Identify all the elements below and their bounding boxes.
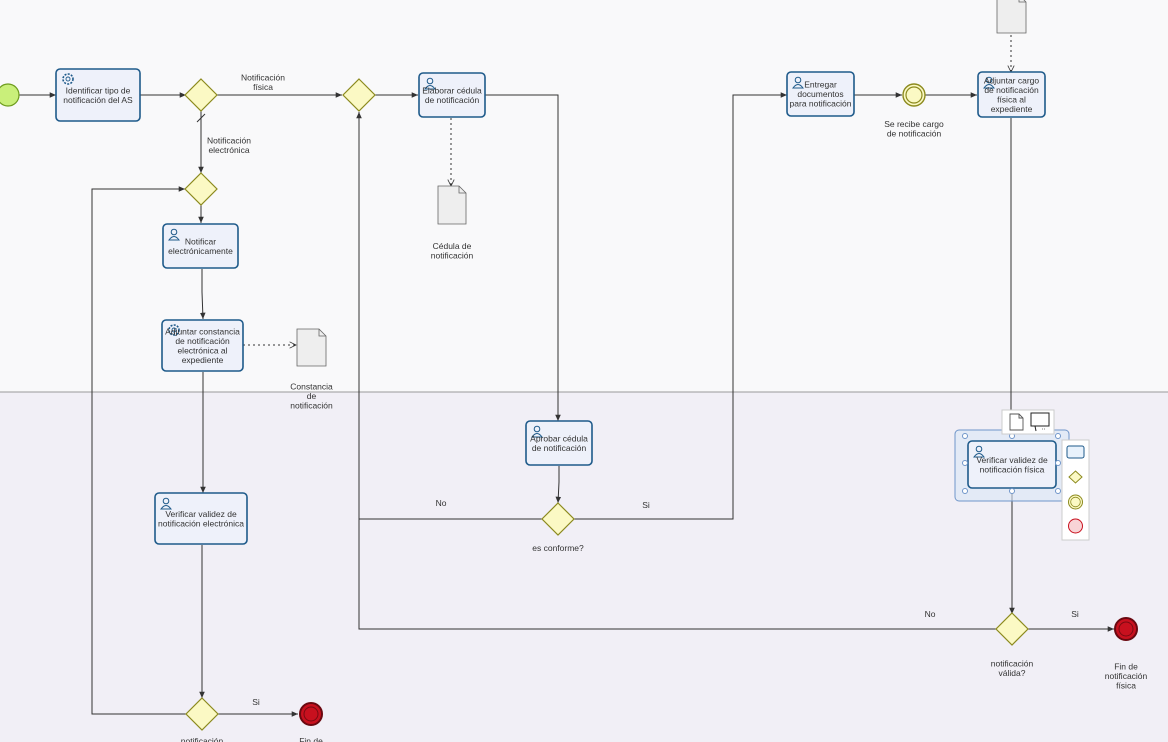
document-icon[interactable]	[296, 328, 327, 367]
task-label-line: Verificar validez de	[165, 509, 237, 519]
task-label-line: Identificar tipo de	[66, 85, 131, 95]
task-label-line: de notificación	[532, 443, 587, 453]
event-label: Se recibe cargo de notificación	[884, 119, 944, 139]
task-label-line: para notificación	[790, 99, 852, 109]
data-object-label-line: notificación	[431, 250, 474, 260]
task-t2[interactable]: Elaborar cédula de notificación	[418, 72, 486, 118]
task-label-line: electrónica al	[177, 345, 227, 355]
task-label-line: notificación del AS	[63, 95, 133, 105]
event-label: Fin de	[299, 736, 323, 742]
flow-label-fl2-line: electrónica	[208, 145, 249, 155]
task-label: Aprobar cédula de notificación	[530, 433, 588, 453]
flow-label-fl4: Si	[642, 500, 650, 510]
data-object-label-line: notificación	[290, 401, 333, 411]
task-shape-icon[interactable]	[1066, 445, 1085, 459]
task-label-line: Elaborar cédula	[422, 85, 482, 95]
task-label: Adjuntar cargo de notificación física al ex…	[984, 75, 1040, 114]
event-label-line: Se recibe cargo	[884, 119, 944, 129]
task-label-line: documentos	[797, 89, 843, 99]
resize-handle[interactable]	[1055, 460, 1061, 466]
task-label-line: expediente	[182, 355, 224, 365]
resize-handle[interactable]	[1055, 488, 1061, 494]
flow-label-fl5-line: No	[925, 609, 936, 619]
flow-label-fl3: No	[436, 498, 447, 508]
data-object-label-line: de	[307, 391, 317, 401]
document-icon[interactable]	[437, 185, 467, 225]
task-label-line: Aprobar cédula	[530, 433, 588, 443]
task-t6[interactable]: Adjuntar constancia de notificación electr…	[161, 319, 244, 372]
end-event-shape-icon[interactable]	[1068, 518, 1083, 534]
add-document-icon[interactable]	[1009, 413, 1024, 431]
task-label-line: física al	[997, 94, 1026, 104]
task-label-line: electrónicamente	[168, 246, 233, 256]
task-label-line: Adjuntar cargo	[984, 75, 1040, 85]
flow-label-fl4-line: Si	[642, 500, 650, 510]
resize-handle[interactable]	[962, 433, 968, 439]
context-toolbar	[1001, 409, 1055, 435]
document-icon[interactable]	[996, 0, 1027, 34]
task-t9[interactable]: Verificar validez de notificación física	[967, 440, 1057, 489]
task-t3[interactable]: Entregar documentos para notificación	[786, 71, 855, 117]
task-label-line: expediente	[991, 104, 1033, 114]
task-label-line: notificación electrónica	[158, 518, 244, 528]
task-t7[interactable]: Aprobar cédula de notificación	[525, 420, 593, 466]
resize-handle[interactable]	[1009, 488, 1015, 494]
task-label: Identificar tipo de notificación del AS	[63, 85, 133, 105]
task-label-line: de notificación	[425, 95, 480, 105]
gateway-label-line: notificación	[991, 658, 1034, 668]
task-t4[interactable]: Adjuntar cargo de notificación física al ex…	[977, 71, 1046, 118]
flow-label-fl3-line: No	[436, 498, 447, 508]
task-label-line: Notificar	[185, 236, 216, 246]
task-t1[interactable]: Identificar tipo de notificación del AS	[55, 68, 141, 122]
flow-label-fl2: Notificación electrónica	[207, 135, 251, 155]
task-label-line: Entregar	[804, 80, 837, 90]
flow-label-fl1-line: Notificación	[241, 72, 285, 82]
flow-label-fl5: No	[925, 609, 936, 619]
event-label-line: Fin de	[299, 736, 323, 742]
gateway-label-line: notificación	[181, 736, 224, 742]
flow-label-fl7: Si	[252, 697, 260, 707]
event-label-line: de notificación	[887, 128, 942, 138]
end-event-circle[interactable]	[299, 702, 323, 726]
shape-palette	[1061, 439, 1090, 541]
event-label-line: física	[1116, 681, 1136, 691]
gateway-label-line: es conforme?	[532, 543, 584, 553]
bpmn-canvas[interactable]: Identificar tipo de notificación del AS El…	[0, 0, 1168, 742]
flow-label-fl6: Si	[1071, 609, 1079, 619]
gateway-label: notificación	[181, 736, 224, 742]
task-label: Verificar validez de notificación física	[976, 455, 1048, 475]
resize-handle[interactable]	[962, 488, 968, 494]
task-label-line: de notificación	[984, 85, 1039, 95]
task-label-line: notificación física	[980, 464, 1045, 474]
task-label-line: Adjuntar constancia	[165, 326, 240, 336]
event-start-e_start[interactable]	[0, 83, 20, 107]
task-label-line: de notificación	[175, 336, 230, 346]
intermediate-event-shape-icon[interactable]	[1068, 494, 1083, 510]
flow-label-fl6-line: Si	[1071, 609, 1079, 619]
end-event-circle[interactable]	[1114, 617, 1138, 641]
task-t8[interactable]: Verificar validez de notificación electró…	[154, 492, 248, 545]
flow-label-fl1-line: física	[253, 82, 273, 92]
start-event-circle[interactable]	[0, 83, 20, 107]
resize-handle[interactable]	[1055, 433, 1061, 439]
task-t5[interactable]: Notificar electrónicamente	[162, 223, 239, 269]
data-object-label-line: Constancia	[290, 382, 333, 392]
task-label: Elaborar cédula de notificación	[422, 85, 482, 105]
data-object-d3[interactable]	[996, 0, 1027, 34]
flow-label-fl2-line: Notificación	[207, 135, 251, 145]
gateway-label: es conforme?	[532, 543, 584, 553]
task-label: Verificar validez de notificación electró…	[158, 509, 244, 529]
event-label-line: Fin de	[1114, 662, 1138, 672]
task-label-line: Verificar validez de	[976, 455, 1048, 465]
flow-label-fl7-line: Si	[252, 697, 260, 707]
gateway-label-line: válida?	[999, 668, 1026, 678]
event-label-line: notificación	[1105, 671, 1148, 681]
resize-handle[interactable]	[962, 460, 968, 466]
data-object-label: Cédula de notificación	[431, 241, 474, 261]
data-object-label-line: Cédula de	[433, 241, 472, 251]
